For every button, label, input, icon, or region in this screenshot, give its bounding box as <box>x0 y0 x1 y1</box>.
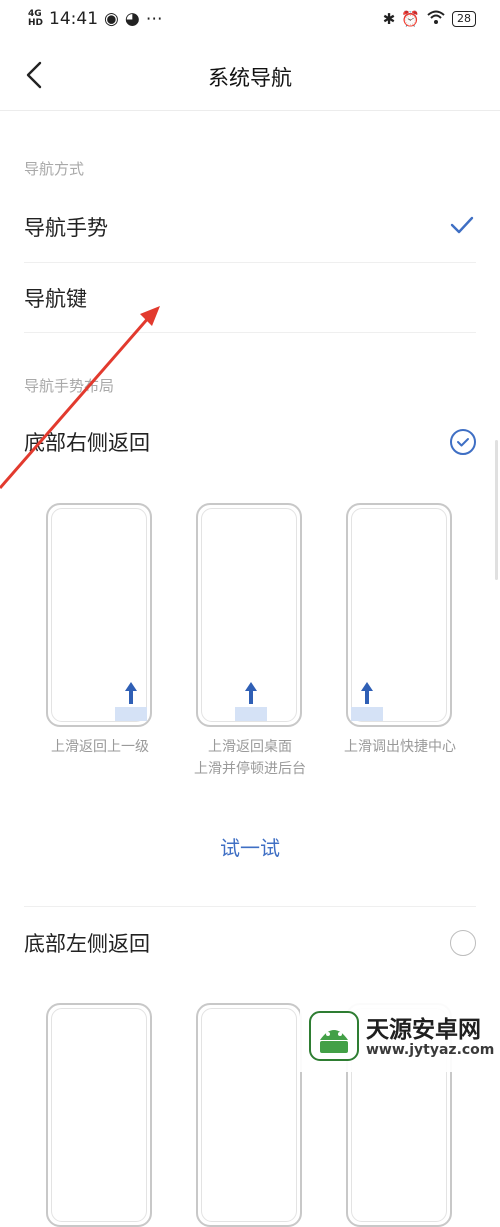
status-bar: 4G HD 14:41 ◉ ◕ ⋯ ✱ ⏰ 28 <box>0 0 500 40</box>
divider <box>24 332 476 333</box>
swipe-zone-highlight <box>115 707 147 721</box>
watermark-url: www.jytyaz.com <box>366 1042 495 1058</box>
up-arrow-icon <box>361 682 373 704</box>
swipe-zone-highlight <box>351 707 383 721</box>
phone-illustration-middle-2 <box>196 1003 302 1227</box>
wifi-icon <box>426 9 446 29</box>
alarm-icon: ⏰ <box>401 10 420 28</box>
phone-illustration-left <box>46 503 152 727</box>
option-label: 底部左侧返回 <box>24 932 150 956</box>
battery-indicator: 28 <box>452 11 476 27</box>
phone-illustration-middle <box>196 503 302 727</box>
title-bar: 系统导航 <box>0 40 500 111</box>
status-time: 14:41 <box>49 9 99 29</box>
scrollbar[interactable] <box>495 440 498 580</box>
more-icon: ⋯ <box>145 9 163 29</box>
notification-icon: ◉ <box>104 9 119 29</box>
phone-illustration-right <box>346 503 452 727</box>
phone-illustration-left-2 <box>46 1003 152 1227</box>
try-it-button[interactable]: 试一试 <box>0 832 500 861</box>
compass-icon: ◕ <box>124 9 140 29</box>
watermark: 天源安卓网 www.jytyaz.com <box>300 1002 500 1072</box>
option-label: 导航键 <box>24 287 87 311</box>
option-navigation-keys[interactable]: 导航键 <box>24 263 476 333</box>
radio-unselected-icon <box>450 930 476 956</box>
option-label: 导航手势 <box>24 216 108 240</box>
caption-middle: 上滑返回桌面 上滑并停顿进后台 <box>194 739 306 777</box>
radio-selected-icon <box>450 429 476 455</box>
option-gesture-navigation[interactable]: 导航手势 <box>24 192 476 262</box>
page-title: 系统导航 <box>208 66 292 90</box>
caption-right: 上滑调出快捷中心 <box>344 739 456 755</box>
network-indicator: 4G HD <box>28 10 43 28</box>
option-bottom-left-back[interactable]: 底部左侧返回 <box>24 908 476 978</box>
swipe-zone-highlight <box>235 707 267 721</box>
option-label: 底部右侧返回 <box>24 431 150 455</box>
bluetooth-icon: ✱ <box>382 10 396 28</box>
option-bottom-right-back[interactable]: 底部右侧返回 <box>24 407 476 477</box>
up-arrow-icon <box>245 682 257 704</box>
caption-left: 上滑返回上一级 <box>51 739 149 755</box>
divider <box>24 906 476 907</box>
checkmark-icon <box>450 215 474 239</box>
section-label-nav-method: 导航方式 <box>24 160 85 178</box>
up-arrow-icon <box>125 682 137 704</box>
watermark-name: 天源安卓网 <box>366 1017 481 1043</box>
network-sub: HD <box>28 18 44 28</box>
android-logo-icon <box>309 1011 359 1061</box>
section-label-gesture-layout: 导航手势布局 <box>24 377 115 395</box>
